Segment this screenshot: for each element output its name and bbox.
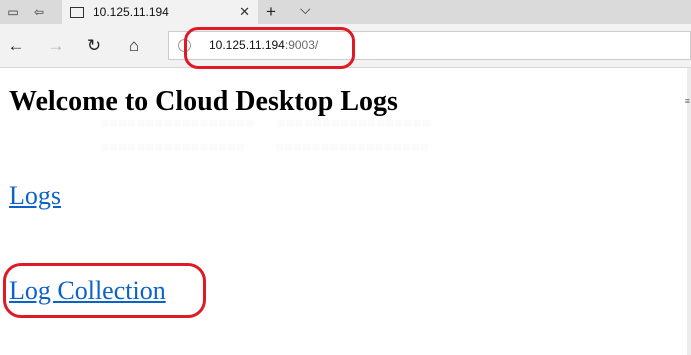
chevron-down-icon[interactable]: ⌵: [300, 1, 311, 18]
close-tab-icon[interactable]: ✕: [239, 4, 250, 20]
scroll-indicator-icon: ≡: [684, 96, 690, 106]
set-tabs-aside-icon[interactable]: ⇦: [26, 0, 52, 24]
home-icon[interactable]: ⌂: [124, 36, 144, 56]
address-highlight-annotation: [184, 27, 355, 69]
new-tab-icon[interactable]: +: [266, 2, 276, 22]
logs-link[interactable]: Logs: [9, 181, 61, 211]
refresh-icon[interactable]: ↻: [84, 36, 104, 56]
page-icon: [70, 6, 84, 18]
tab-preview-icon[interactable]: ▭: [0, 0, 26, 24]
page-title: Welcome to Cloud Desktop Logs: [9, 86, 398, 117]
page-content: ■■■■■■■■ ■■■■■■■■■■ ■■■■■■■■■■■■■■■■■ ■■…: [0, 68, 691, 355]
tab-title: 10.125.11.194: [93, 5, 169, 19]
forward-icon[interactable]: →: [46, 36, 66, 56]
back-icon[interactable]: ←: [6, 36, 26, 56]
log-collection-highlight-annotation: [3, 263, 206, 318]
scrollbar[interactable]: [687, 68, 691, 355]
active-tab[interactable]: 10.125.11.194 ✕: [62, 0, 258, 24]
